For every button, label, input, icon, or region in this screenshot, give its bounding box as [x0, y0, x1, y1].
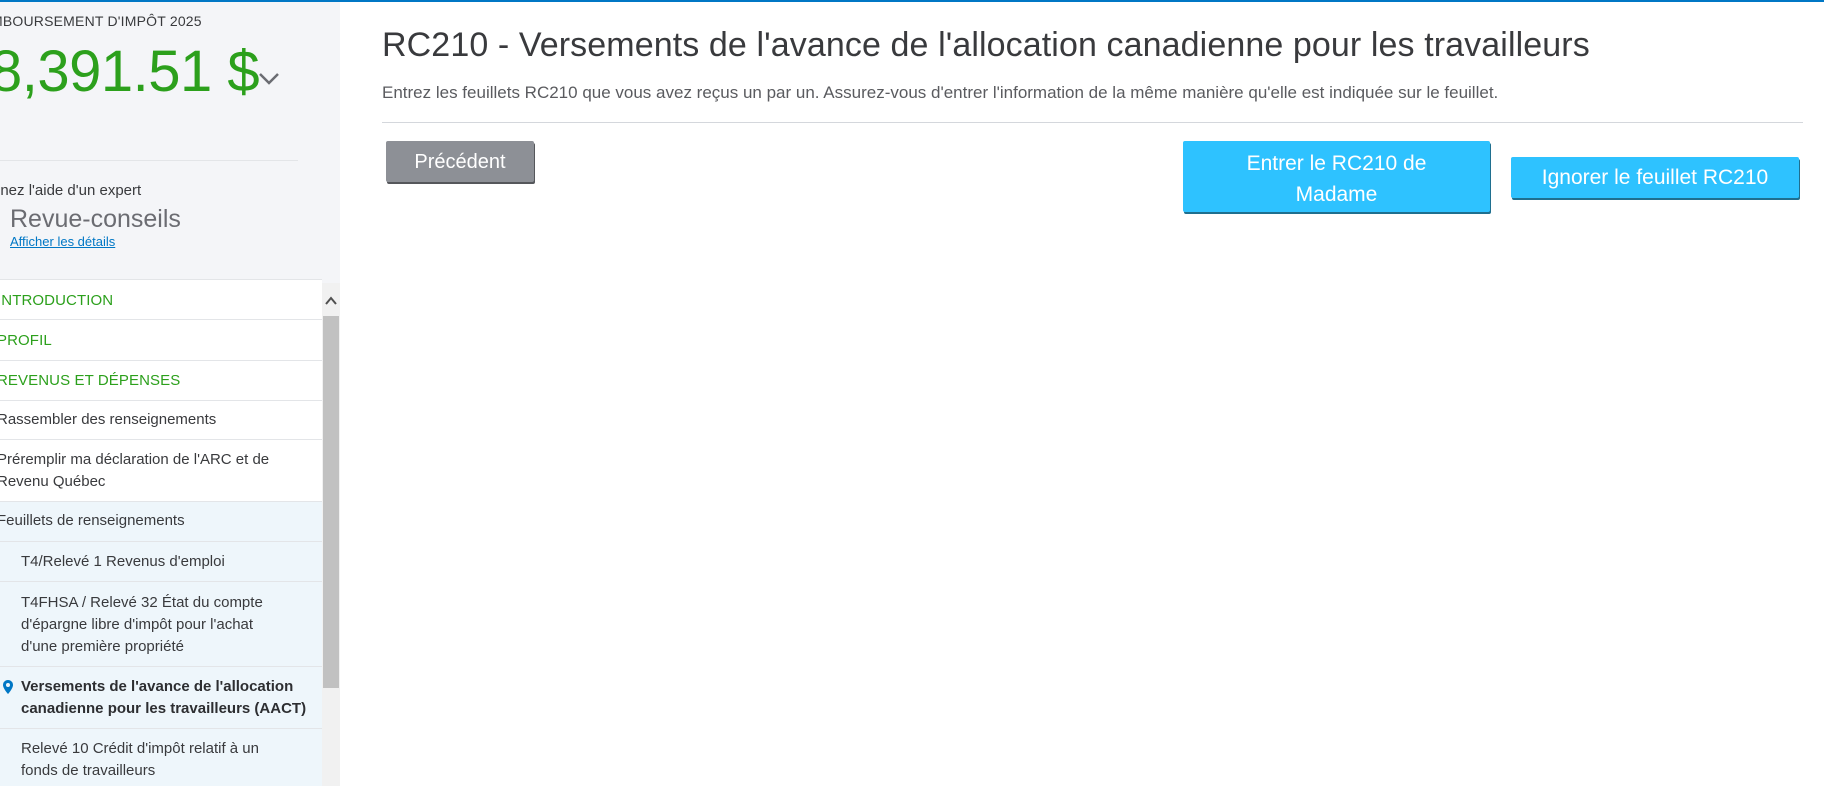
sidebar-scrollbar-thumb[interactable] — [323, 316, 339, 688]
sidebar-divider — [0, 160, 298, 161]
sidebar-item-label-line1: Relevé 10 Crédit d'impôt relatif à un — [21, 740, 259, 757]
sidebar-item-label-line1: Préremplir ma déclaration de l'ARC et de — [0, 451, 270, 468]
sidebar-subitem-t4[interactable]: T4/Relevé 1 Revenus d'emploi — [0, 541, 322, 581]
enter-rc210-button[interactable]: Entrer le RC210 de Madame — [1183, 141, 1490, 212]
sidebar-item-rassembler[interactable]: Rassembler des renseignements — [0, 400, 322, 439]
main-content: RC210 - Versements de l'avance de l'allo… — [340, 2, 1824, 786]
sidebar-item-label: Feuillets de renseignements — [0, 512, 185, 529]
sidebar-item-label: T4/Relevé 1 Revenus d'emploi — [21, 553, 225, 570]
sidebar-item-feuillets[interactable]: Feuillets de renseignements — [0, 501, 322, 541]
sidebar-item-label: PROFIL — [0, 332, 52, 349]
refund-label: MBOURSEMENT D'IMPÔT 2025 — [0, 13, 202, 29]
expert-title: Revue-conseils — [10, 205, 181, 233]
page-title: RC210 - Versements de l'avance de l'allo… — [382, 26, 1590, 64]
sidebar-subitem-aact-active[interactable]: Versements de l'avance de l'allocation c… — [0, 666, 322, 728]
sidebar-subitem-t4fhsa[interactable]: T4FHSA / Relevé 32 État du compte d'épar… — [0, 581, 322, 666]
sidebar-item-label-line1: T4FHSA / Relevé 32 État du compte — [21, 594, 263, 611]
sidebar-item-profil[interactable]: PROFIL — [0, 319, 322, 360]
sidebar-item-label: INTRODUCTION — [0, 292, 114, 309]
sidebar-nav: INTRODUCTION PROFIL REVENUS ET DÉPENSES … — [0, 279, 322, 786]
previous-button[interactable]: Précédent — [386, 141, 534, 182]
enter-button-line1: Entrer le RC210 de — [1246, 151, 1427, 175]
enter-button-line2: Madame — [1295, 182, 1378, 206]
location-pin-icon — [3, 679, 13, 701]
scroll-up-arrow-icon[interactable] — [322, 292, 340, 310]
sidebar-item-revenus-depenses[interactable]: REVENUS ET DÉPENSES — [0, 360, 322, 400]
sidebar-item-introduction[interactable]: INTRODUCTION — [0, 279, 322, 319]
sidebar-subitem-releve10[interactable]: Relevé 10 Crédit d'impôt relatif à un fo… — [0, 728, 322, 786]
sidebar-item-label-line2: Revenu Québec — [0, 473, 106, 490]
sidebar: MBOURSEMENT D'IMPÔT 2025 8,391.51 $ enez… — [0, 2, 340, 786]
sidebar-item-label-line2: d'épargne libre d'impôt pour l'achat — [21, 616, 254, 633]
sidebar-item-label: Rassembler des renseignements — [0, 411, 217, 428]
expert-label: enez l'aide d'un expert — [0, 182, 142, 199]
ignore-rc210-button[interactable]: Ignorer le feuillet RC210 — [1511, 157, 1799, 198]
show-details-link[interactable]: Afficher les détails — [10, 234, 115, 249]
content-divider — [382, 122, 1803, 123]
sidebar-item-label: REVENUS ET DÉPENSES — [0, 372, 181, 389]
sidebar-item-label-line3: d'une première propriété — [21, 638, 184, 655]
sidebar-item-label-line1: Versements de l'avance de l'allocation — [21, 678, 294, 695]
chevron-down-icon[interactable] — [257, 66, 281, 90]
refund-amount: 8,391.51 $ — [0, 39, 260, 104]
sidebar-item-label-line2: canadienne pour les travailleurs (AACT) — [21, 700, 307, 717]
sidebar-item-preremplir[interactable]: Préremplir ma déclaration de l'ARC et de… — [0, 439, 322, 501]
sidebar-item-label-line2: fonds de travailleurs — [21, 762, 156, 779]
page-description: Entrez les feuillets RC210 que vous avez… — [382, 83, 1499, 102]
